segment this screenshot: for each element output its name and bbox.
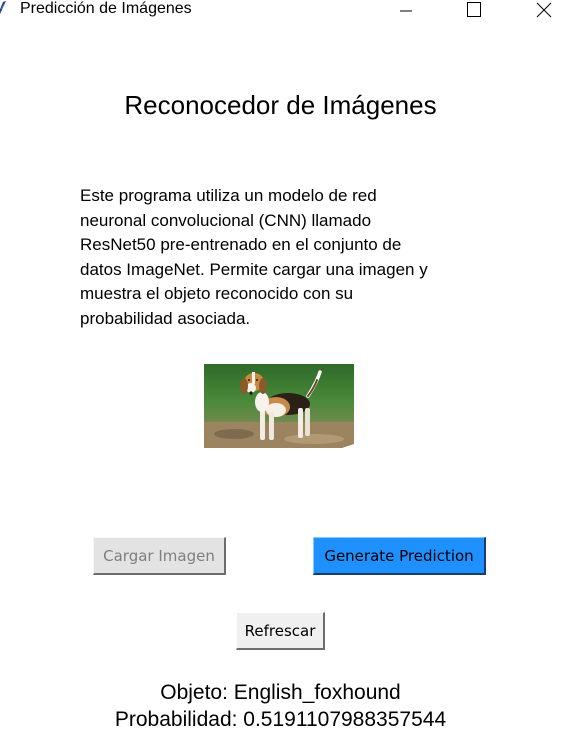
description-line: datos ImageNet. Permite cargar una image… bbox=[80, 259, 428, 279]
refresh-button[interactable]: Refrescar bbox=[236, 612, 325, 650]
close-icon bbox=[536, 2, 552, 18]
maximize-button[interactable] bbox=[451, 0, 497, 20]
close-button[interactable] bbox=[521, 0, 561, 20]
load-image-button[interactable]: Cargar Imagen bbox=[93, 537, 226, 575]
beagle-dog-photo bbox=[204, 364, 354, 448]
generate-prediction-button[interactable]: Generate Prediction bbox=[313, 537, 486, 575]
description-line: neuronal convolucional (CNN) llamado bbox=[80, 210, 372, 230]
app-window: Predicción de Imágenes Reconocedor de Im… bbox=[0, 0, 561, 752]
window-title: Predicción de Imágenes bbox=[20, 0, 192, 17]
result-probability-label: Probabilidad: 0.5191107988357544 bbox=[114, 708, 447, 731]
description-text: Este programa utiliza un modelo de red n… bbox=[80, 184, 500, 332]
result-object-label: Objeto: English_foxhound bbox=[160, 681, 401, 704]
minimize-icon bbox=[400, 10, 412, 12]
maximize-icon bbox=[467, 2, 481, 17]
feather-icon bbox=[0, 1, 6, 14]
description-line: muestra el objeto reconocido con su bbox=[80, 284, 354, 304]
description-line: Este programa utiliza un modelo de red bbox=[80, 186, 377, 205]
page-title: Reconocedor de Imágenes bbox=[124, 90, 437, 120]
description-line: probabilidad asociada. bbox=[80, 308, 251, 328]
minimize-button[interactable] bbox=[383, 0, 429, 20]
description-line: ResNet50 pre-entrenado en el conjunto de bbox=[80, 235, 402, 255]
title-bar[interactable]: Predicción de Imágenes bbox=[0, 0, 561, 20]
